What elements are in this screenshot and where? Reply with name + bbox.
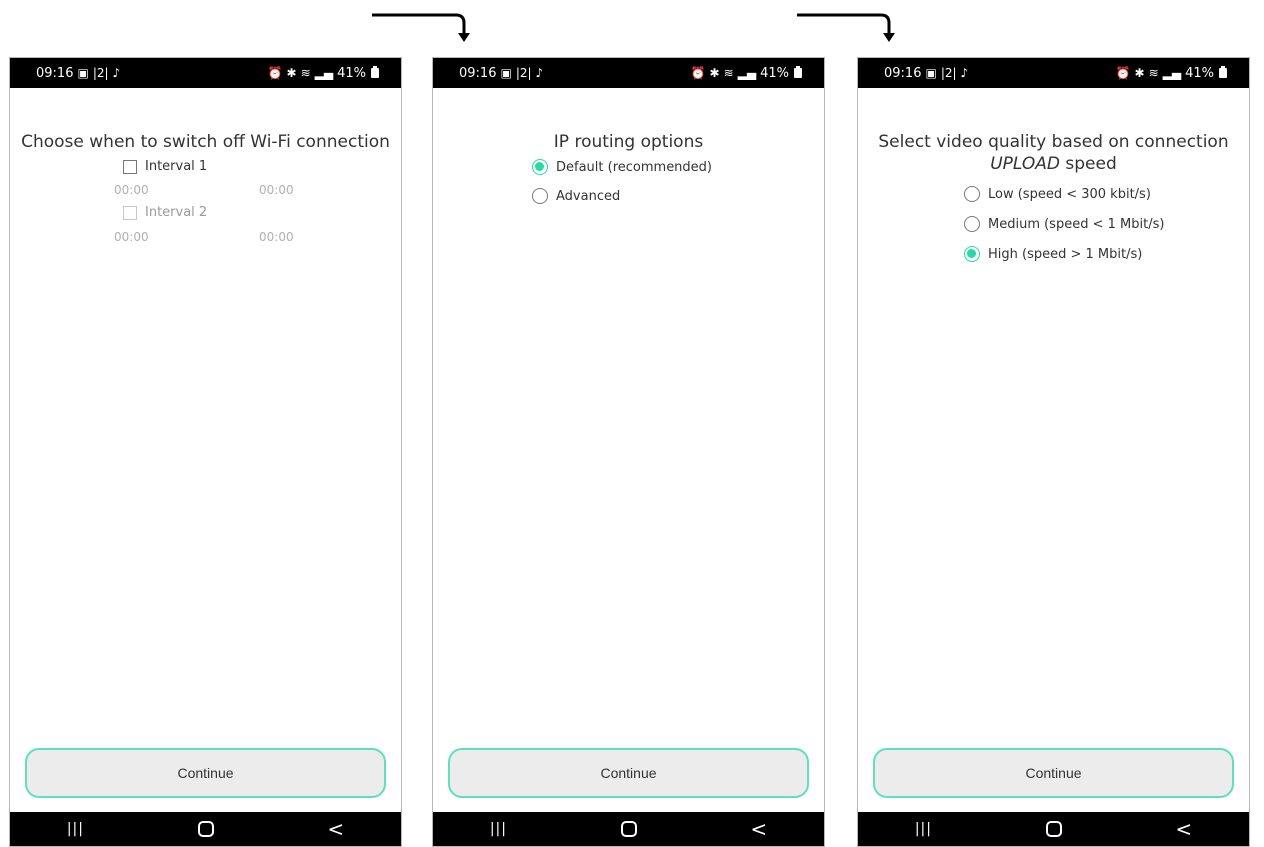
sim-indicator: |2|	[92, 66, 109, 80]
interval-1-label: Interval 1	[145, 159, 208, 174]
status-time: 09:16	[459, 65, 497, 81]
tiktok-icon: ♪	[112, 66, 121, 80]
sim-indicator: |2|	[515, 66, 532, 80]
sim-indicator: |2|	[940, 66, 957, 80]
advanced-radio[interactable]	[532, 188, 548, 204]
signal-icon: ▂▄	[737, 66, 757, 80]
routing-option-default[interactable]: Default (recommended)	[532, 159, 712, 175]
battery-level: 41%	[337, 65, 366, 81]
recent-apps-icon[interactable]: |||	[915, 821, 932, 837]
interval-1-checkbox[interactable]	[123, 159, 137, 174]
continue-button[interactable]: Continue	[25, 748, 386, 798]
continue-button[interactable]: Continue	[448, 748, 809, 798]
tiktok-icon: ♪	[535, 66, 544, 80]
wifi-icon: ≋	[723, 66, 734, 80]
title-line-1: Select video quality based on connection	[878, 132, 1229, 152]
image-icon: ▣	[500, 66, 512, 80]
back-icon[interactable]: <	[1175, 817, 1192, 841]
quality-option-low[interactable]: Low (speed < 300 kbit/s)	[964, 186, 1151, 202]
battery-level: 41%	[1185, 65, 1214, 81]
home-icon[interactable]	[620, 821, 637, 837]
phone-screen-wifi-schedule: 09:16 ▣ |2| ♪ ⏰ ✱ ≋ ▂▄ 41% Choose when t…	[9, 57, 402, 847]
status-bar: 09:16 ▣ |2| ♪ ⏰ ✱ ≋ ▂▄ 41%	[433, 58, 824, 88]
alarm-icon: ⏰	[1115, 66, 1131, 80]
recent-apps-icon[interactable]: |||	[67, 821, 84, 837]
bluetooth-icon: ✱	[286, 66, 297, 80]
signal-icon: ▂▄	[314, 66, 334, 80]
back-icon[interactable]: <	[327, 817, 344, 841]
navigation-bar: ||| <	[433, 812, 824, 846]
status-bar: 09:16 ▣ |2| ♪ ⏰ ✱ ≋ ▂▄ 41%	[858, 58, 1249, 88]
home-icon[interactable]	[1045, 821, 1062, 837]
quality-option-medium[interactable]: Medium (speed < 1 Mbit/s)	[964, 216, 1164, 232]
navigation-bar: ||| <	[10, 812, 401, 846]
battery-icon	[794, 66, 802, 78]
page-title: Select video quality based on connection…	[858, 131, 1249, 175]
battery-icon	[371, 66, 379, 78]
continue-button[interactable]: Continue	[873, 748, 1234, 798]
interval-1-start-time[interactable]: 00:00	[114, 183, 149, 197]
default-label: Default (recommended)	[556, 159, 712, 175]
phone-screen-ip-routing: 09:16 ▣ |2| ♪ ⏰ ✱ ≋ ▂▄ 41% IP routing op…	[432, 57, 825, 847]
high-label: High (speed > 1 Mbit/s)	[988, 246, 1143, 262]
interval-2-label: Interval 2	[145, 205, 208, 220]
wifi-icon: ≋	[300, 66, 311, 80]
title-line-2-rest: speed	[1065, 154, 1117, 174]
interval-2-checkbox[interactable]	[123, 205, 137, 220]
page-title: Choose when to switch off Wi-Fi connecti…	[21, 132, 390, 152]
bluetooth-icon: ✱	[1134, 66, 1145, 80]
status-time: 09:16	[884, 65, 922, 81]
back-icon[interactable]: <	[750, 817, 767, 841]
interval-2-option[interactable]: Interval 2	[123, 205, 207, 220]
interval-1-option[interactable]: Interval 1	[123, 159, 207, 174]
alarm-icon: ⏰	[267, 66, 283, 80]
battery-level: 41%	[760, 65, 789, 81]
battery-icon	[1219, 66, 1227, 78]
interval-1-end-time[interactable]: 00:00	[259, 183, 294, 197]
advanced-label: Advanced	[556, 188, 621, 204]
interval-2-start-time[interactable]: 00:00	[114, 230, 149, 244]
status-time: 09:16	[36, 65, 74, 81]
medium-radio[interactable]	[964, 216, 980, 232]
medium-label: Medium (speed < 1 Mbit/s)	[988, 216, 1165, 232]
image-icon: ▣	[77, 66, 89, 80]
signal-icon: ▂▄	[1162, 66, 1182, 80]
status-bar: 09:16 ▣ |2| ♪ ⏰ ✱ ≋ ▂▄ 41%	[10, 58, 401, 88]
image-icon: ▣	[925, 66, 937, 80]
bluetooth-icon: ✱	[709, 66, 720, 80]
wifi-icon: ≋	[1148, 66, 1159, 80]
tiktok-icon: ♪	[960, 66, 969, 80]
recent-apps-icon[interactable]: |||	[490, 821, 507, 837]
phone-screen-video-quality: 09:16 ▣ |2| ♪ ⏰ ✱ ≋ ▂▄ 41% Select video …	[857, 57, 1250, 847]
default-radio[interactable]	[532, 159, 548, 175]
quality-option-high[interactable]: High (speed > 1 Mbit/s)	[964, 246, 1142, 262]
title-emphasis: UPLOAD	[990, 154, 1060, 174]
alarm-icon: ⏰	[690, 66, 706, 80]
high-radio[interactable]	[964, 246, 980, 262]
page-title: IP routing options	[553, 132, 704, 152]
title-line-2: UPLOAD speed	[858, 153, 1249, 175]
flow-arrow-2	[797, 13, 895, 42]
home-icon[interactable]	[197, 821, 214, 837]
flow-arrow-1	[372, 13, 470, 42]
interval-2-end-time[interactable]: 00:00	[259, 230, 294, 244]
low-label: Low (speed < 300 kbit/s)	[988, 186, 1151, 202]
low-radio[interactable]	[964, 186, 980, 202]
routing-option-advanced[interactable]: Advanced	[532, 188, 620, 204]
navigation-bar: ||| <	[858, 812, 1249, 846]
